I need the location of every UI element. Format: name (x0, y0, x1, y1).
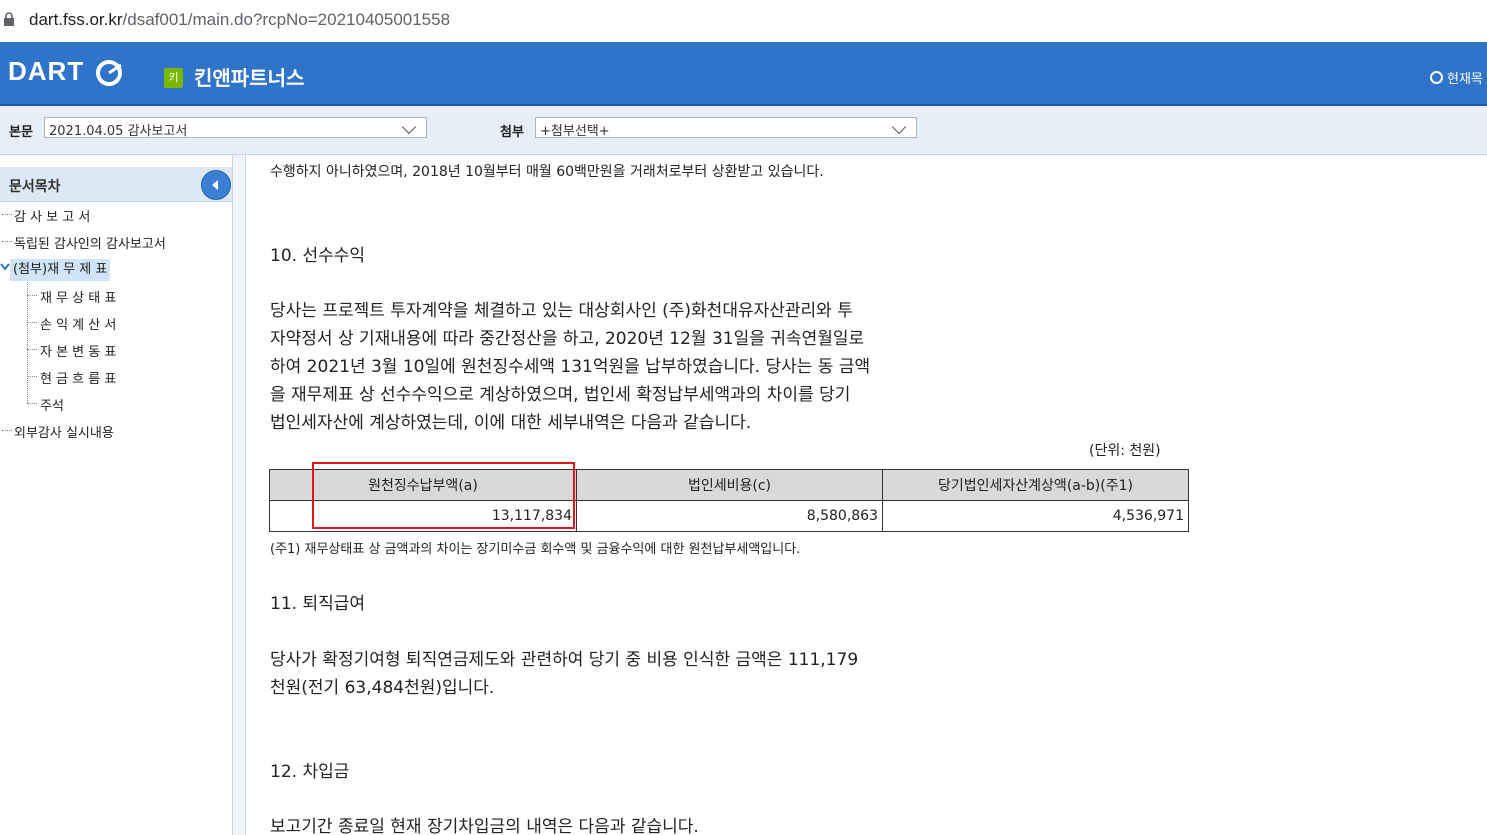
toc-header: 문서목차 (0, 167, 232, 202)
tree-line (2, 214, 12, 215)
unit-label: (단위: 천원) (1089, 443, 1161, 459)
circle-icon (1430, 71, 1443, 84)
dart-header: DART 키 킨앤파트너스 현재목 (0, 42, 1487, 106)
toc-sidebar: 문서목차 감 사 보 고 서 독립된 감사인의 감사보고서 (첨부)재 무 제 … (0, 155, 233, 835)
document-select-bar: 본문 2021.04.05 감사보고서 첨부 +첨부선택+ (0, 106, 1487, 155)
section-12-title: 12. 차입금 (270, 762, 350, 782)
paragraph-line: 당사는 프로젝트 투자계약을 체결하고 있는 대상회사인 (주)화천대유자산관리… (270, 301, 853, 321)
paragraph-line: 보고기간 종료일 현재 장기차입금의 내역은 다음과 같습니다. (270, 817, 699, 835)
table-cell: 8,580,863 (576, 500, 883, 532)
cut-off-line: 수행하지 아니하였으며, 2018년 10월부터 매월 60백만원을 거래처로부… (270, 164, 824, 180)
attach-select[interactable]: +첨부선택+ (535, 117, 917, 139)
attach-value: +첨부선택+ (540, 124, 610, 139)
present-company-link[interactable]: 현재목 (1430, 68, 1483, 87)
tree-line (2, 241, 12, 242)
toc-item-cash-flow[interactable]: 현 금 흐 름 표 (40, 368, 116, 387)
table-header: 법인세비용(c) (576, 469, 883, 501)
paragraph-line: 법인세자산에 계상하였는데, 이에 대한 세부내역은 다음과 같습니다. (270, 413, 752, 433)
toc-item-independent-auditor[interactable]: 독립된 감사인의 감사보고서 (14, 233, 166, 252)
highlight-box (312, 462, 575, 529)
tree-line (27, 322, 37, 323)
tree-line (27, 349, 37, 350)
section-11-title: 11. 퇴직급여 (270, 594, 365, 614)
dart-logo-ring-icon (96, 60, 122, 86)
company-badge: 키 (164, 68, 183, 88)
main-doc-value: 2021.04.05 감사보고서 (49, 124, 188, 139)
paragraph-line: 천원(전기 63,484천원)입니다. (270, 678, 495, 698)
url-host: dart.fss.or.kr (29, 10, 123, 29)
url-path: /dsaf001/main.do?rcpNo=20210405001558 (122, 10, 451, 29)
company-name: 킨앤파트너스 (194, 66, 305, 90)
toc-item-equity-changes[interactable]: 자 본 변 동 표 (40, 341, 116, 360)
address-bar[interactable]: dart.fss.or.kr/dsaf001/main.do?rcpNo=202… (0, 0, 1487, 43)
table-header: 당기법인세자산계상액(a-b)(주1) (882, 469, 1189, 501)
attach-label: 첨부 (500, 125, 524, 140)
main-doc-select[interactable]: 2021.04.05 감사보고서 (44, 117, 427, 139)
expand-arrow-icon[interactable] (0, 261, 10, 273)
url-text: dart.fss.or.kr/dsaf001/main.do?rcpNo=202… (29, 10, 450, 30)
toc-item-external-audit[interactable]: 외부감사 실시내용 (14, 422, 114, 441)
paragraph-line: 하여 2021년 3월 10일에 원천징수세액 131억원을 납부하였습니다. … (270, 357, 871, 377)
paragraph-line: 을 재무제표 상 선수수익으로 계상하였으며, 법인세 확정납부세액과의 차이를… (270, 385, 851, 405)
table-footnote: (주1) 재무상태표 상 금액과의 차이는 장기미수금 회수액 및 금융수익에 … (270, 542, 801, 557)
dart-logo[interactable]: DART (8, 56, 84, 87)
lock-icon (4, 12, 14, 26)
collapse-sidebar-button[interactable] (201, 170, 231, 200)
paragraph-line: 자약정서 상 기재내용에 따라 중간정산을 하고, 2020년 12월 31일을… (270, 329, 865, 349)
toc-item-balance-sheet[interactable]: 재 무 상 태 표 (40, 287, 116, 306)
paragraph-line: 당사가 확정기여형 퇴직연금제도와 관련하여 당기 중 비용 인식한 금액은 1… (270, 650, 859, 670)
tree-line (27, 403, 37, 404)
chevron-down-icon (891, 119, 907, 135)
sidebar-splitter[interactable] (233, 155, 246, 835)
toc-item-audit-report[interactable]: 감 사 보 고 서 (14, 206, 90, 225)
tree-line (27, 280, 28, 403)
main-doc-label: 본문 (9, 125, 33, 140)
chevron-down-icon (401, 119, 417, 135)
toc-item-income-statement[interactable]: 손 익 계 산 서 (40, 314, 116, 333)
toc-title: 문서목차 (9, 179, 61, 195)
tree-line (2, 430, 12, 431)
toc-item-financial-statements[interactable]: (첨부)재 무 제 표 (10, 259, 111, 281)
table-cell: 4,536,971 (882, 500, 1189, 532)
toc-item-notes[interactable]: 주석 (40, 395, 64, 414)
document-viewer[interactable]: 수행하지 아니하였으며, 2018년 10월부터 매월 60백만원을 거래처로부… (246, 155, 1487, 835)
present-label: 현재목 (1447, 72, 1483, 87)
tree-line (27, 376, 37, 377)
tree-line (27, 295, 37, 296)
section-10-title: 10. 선수수익 (270, 246, 365, 266)
